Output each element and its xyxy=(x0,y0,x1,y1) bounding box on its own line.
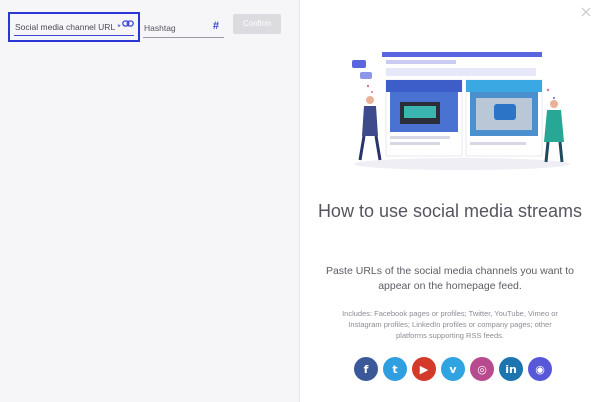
supported-platforms-note: Includes: Facebook pages or profiles; Tw… xyxy=(342,309,558,340)
close-icon[interactable] xyxy=(580,6,592,18)
link-icon xyxy=(122,20,134,27)
hashtag-field[interactable]: Hashtag # xyxy=(143,14,224,38)
confirm-button[interactable]: Confirm xyxy=(233,14,281,34)
vimeo-icon: v xyxy=(441,357,465,381)
rss-icon: ◉ xyxy=(528,357,552,381)
url-field-underline xyxy=(14,35,134,36)
left-pane: Social media channel URL * Hashtag # Con… xyxy=(0,0,300,402)
twitter-icon: t xyxy=(383,357,407,381)
social-streams-illustration xyxy=(352,52,570,170)
social-url-field[interactable]: Social media channel URL * xyxy=(8,12,140,42)
social-url-label: Social media channel URL * xyxy=(15,22,121,32)
facebook-icon: f xyxy=(354,357,378,381)
linkedin-icon: in xyxy=(499,357,523,381)
hashtag-underline xyxy=(143,37,224,38)
hashtag-label: Hashtag xyxy=(144,23,176,33)
youtube-icon: ▶ xyxy=(412,357,436,381)
hash-icon: # xyxy=(212,20,219,32)
instructions-text: Paste URLs of the social media channels … xyxy=(325,265,575,292)
page-title: How to use social media streams xyxy=(317,201,583,221)
instagram-icon: ◎ xyxy=(470,357,494,381)
social-icons: f t ▶ v ◎ in ◉ xyxy=(354,357,552,381)
